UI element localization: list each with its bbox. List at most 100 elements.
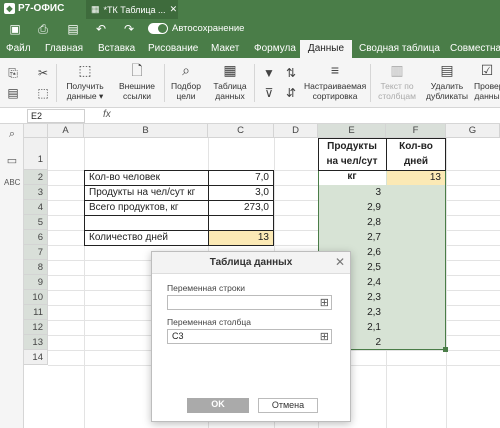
tab-home[interactable]: Главная	[45, 40, 83, 58]
cancel-button[interactable]: Отмена	[258, 398, 318, 413]
row-header-3[interactable]: 3	[24, 185, 48, 200]
sort-ascending-icon[interactable]: ⇅	[284, 66, 298, 80]
undo-icon[interactable]: ↶	[94, 22, 108, 36]
copy-icon[interactable]: ⎘	[6, 66, 20, 81]
get-data-button[interactable]: ⬚ Получить данные ▾	[60, 62, 110, 101]
select-all-icon[interactable]: ⬚	[36, 86, 50, 100]
print-icon[interactable]: ⎙	[36, 22, 50, 36]
range-select-icon[interactable]: ⊞	[320, 331, 329, 343]
sort-descending-icon[interactable]: ⇵	[284, 86, 298, 100]
quick-print-icon[interactable]: ▤	[66, 22, 80, 36]
cell-b6[interactable]: Количество дней	[86, 230, 206, 245]
cell-e5[interactable]: 2,8	[320, 215, 384, 230]
column-input-value: C3	[172, 331, 184, 341]
app-logo: ◆ Р7-ОФИС	[4, 3, 64, 14]
column-header-f[interactable]: F	[386, 124, 446, 138]
row-header-10[interactable]: 10	[24, 290, 48, 305]
column-header-e[interactable]: E	[318, 124, 386, 138]
goal-seek-label: Подбор цели	[171, 81, 201, 101]
row-header-6[interactable]: 6	[24, 230, 48, 245]
row-header-12[interactable]: 12	[24, 320, 48, 335]
close-icon[interactable]: ✕	[335, 255, 345, 269]
text-to-columns-button[interactable]: ▥ Текст по столбцам	[374, 62, 420, 101]
text-to-columns-label: Текст по столбцам	[378, 81, 416, 101]
tab-file[interactable]: Файл	[6, 40, 31, 58]
tab-pivot-table[interactable]: Сводная таблица	[359, 40, 440, 58]
autosave-toggle[interactable]: Автосохранение	[148, 23, 244, 34]
column-input-field[interactable]: C3 ⊞	[167, 329, 332, 344]
row-header-4[interactable]: 4	[24, 200, 48, 215]
column-header-g[interactable]: G	[446, 124, 500, 138]
formula-bar: E2 fx	[0, 108, 500, 124]
remove-duplicates-button[interactable]: ▤ Удалить дубликаты	[424, 62, 470, 101]
document-tab-title: *ТК Таблица ...	[103, 4, 166, 15]
tab-insert[interactable]: Вставка	[98, 40, 135, 58]
row-header-9[interactable]: 9	[24, 275, 48, 290]
cell-f2[interactable]: 13	[388, 170, 444, 185]
row-header-14[interactable]: 14	[24, 350, 48, 365]
column-header-c[interactable]: C	[208, 124, 274, 138]
custom-sort-button[interactable]: ≡ Настраиваемая сортировка	[304, 62, 366, 101]
cell-c3[interactable]: 3,0	[210, 185, 272, 200]
ribbon-toolbar: ⎘ ✂ ▤ ⬚ ⬚ Получить данные ▾ 🗋 Внешние сс…	[0, 58, 500, 108]
data-validation-button[interactable]: ☑ Провер данны	[474, 62, 500, 101]
paste-icon[interactable]: ▤	[6, 86, 20, 100]
ok-button[interactable]: OK	[187, 398, 249, 413]
column-header-b[interactable]: B	[84, 124, 208, 138]
range-select-icon[interactable]: ⊞	[320, 297, 329, 309]
clear-filter-icon[interactable]: ⊽	[262, 86, 276, 100]
redo-icon[interactable]: ↷	[122, 22, 136, 36]
row-header-7[interactable]: 7	[24, 245, 48, 260]
tab-collaboration[interactable]: Совместная	[450, 40, 500, 58]
cell-e4[interactable]: 2,9	[320, 200, 384, 215]
document-tab[interactable]: ▦ *ТК Таблица ... ✕	[86, 0, 178, 19]
get-data-label: Получить данные ▾	[66, 81, 104, 101]
cell-e3[interactable]: 3	[320, 185, 384, 200]
fill-handle[interactable]	[443, 347, 448, 352]
row-header-13[interactable]: 13	[24, 335, 48, 350]
data-validation-icon: ☑	[480, 62, 494, 78]
row-header-11[interactable]: 11	[24, 305, 48, 320]
cell-e1[interactable]: Продукты на чел/сут кг	[320, 139, 384, 184]
row-header-1[interactable]: 1	[24, 138, 48, 170]
goal-seek-button[interactable]: ⌕ Подбор цели	[168, 62, 204, 101]
toggle-switch-icon[interactable]	[148, 23, 168, 34]
close-tab-icon[interactable]: ✕	[170, 4, 178, 15]
save-icon[interactable]: ▣	[8, 22, 22, 36]
cell-f1[interactable]: Кол-во дней	[388, 139, 444, 169]
data-table-button[interactable]: ▦ Таблица данных	[210, 62, 250, 101]
fx-icon[interactable]: fx	[103, 109, 111, 120]
row-header-2[interactable]: 2	[24, 170, 48, 185]
select-all-corner[interactable]	[24, 124, 48, 138]
cell-c6[interactable]: 13	[210, 230, 272, 245]
row-input-field[interactable]: ⊞	[167, 295, 332, 310]
tab-data[interactable]: Данные	[300, 40, 352, 58]
cell-c2[interactable]: 7,0	[210, 170, 272, 185]
formula-input[interactable]	[120, 109, 496, 123]
name-box[interactable]: E2	[27, 109, 85, 123]
cell-b3[interactable]: Продукты на чел/сут кг	[86, 185, 206, 200]
autosave-label: Автосохранение	[172, 23, 245, 34]
tab-formula[interactable]: Формула	[254, 40, 296, 58]
cell-e6[interactable]: 2,7	[320, 230, 384, 245]
spreadsheet-icon: ▦	[91, 4, 100, 14]
get-data-icon: ⬚	[78, 62, 92, 78]
dialog-title[interactable]: Таблица данных	[152, 252, 350, 274]
tab-layout[interactable]: Макет	[211, 40, 239, 58]
cell-c4[interactable]: 273,0	[210, 200, 272, 215]
spellcheck-icon[interactable]: ABC	[4, 178, 20, 194]
column-header-d[interactable]: D	[274, 124, 318, 138]
search-icon[interactable]: ⌕	[4, 128, 20, 144]
external-links-button[interactable]: 🗋 Внешние ссылки	[114, 62, 160, 101]
cell-b4[interactable]: Всего продуктов, кг	[86, 200, 206, 215]
goal-seek-icon: ⌕	[182, 62, 190, 78]
title-bar: ◆ Р7-ОФИС ▦ *ТК Таблица ... ✕	[0, 0, 500, 19]
row-header-5[interactable]: 5	[24, 215, 48, 230]
tab-draw[interactable]: Рисование	[148, 40, 198, 58]
cell-b2[interactable]: Кол-во человек	[86, 170, 206, 185]
cut-icon[interactable]: ✂	[36, 66, 50, 80]
comments-icon[interactable]: ▭	[4, 154, 20, 170]
filter-icon[interactable]: ▼	[262, 66, 276, 80]
column-header-a[interactable]: A	[48, 124, 84, 138]
row-header-8[interactable]: 8	[24, 260, 48, 275]
